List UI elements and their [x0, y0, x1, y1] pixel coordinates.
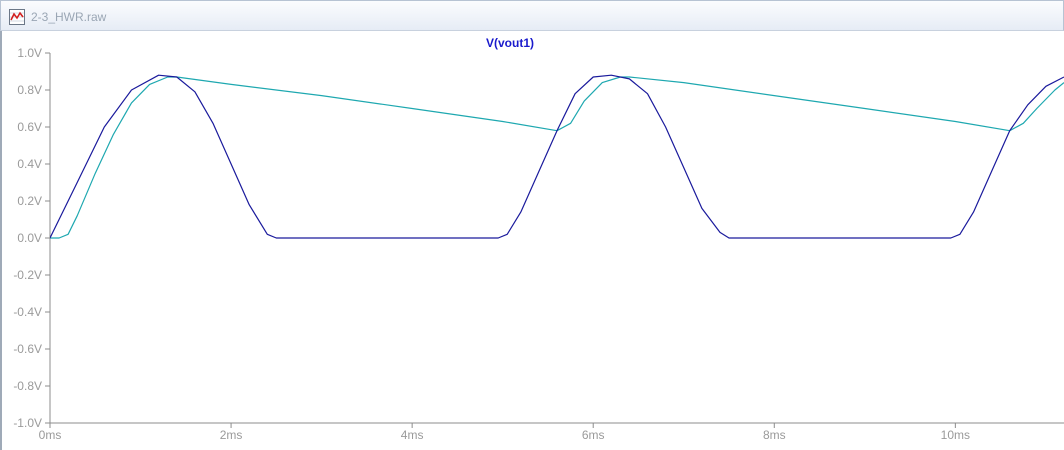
waveform-plot[interactable]: V(vout1) 1.0V 0.8V 0.6V 0.4V 0.2V 0.0V -0.2V -0…	[2, 31, 1064, 450]
y-tick-label: -0.2V	[13, 268, 42, 282]
x-tick-label: 8ms	[763, 428, 786, 442]
y-tick-label: 0.0V	[17, 231, 42, 245]
trace-title[interactable]: V(vout1)	[486, 36, 534, 50]
trace-line-0[interactable]	[50, 74, 1064, 239]
traces	[50, 74, 1064, 239]
y-tick-label: -0.8V	[13, 379, 42, 393]
x-tick-label: 4ms	[401, 428, 424, 442]
waveform-icon	[9, 9, 25, 25]
y-tick-label: 0.4V	[17, 157, 42, 171]
y-tick-label: -0.6V	[13, 342, 42, 356]
window-title: 2-3_HWR.raw	[31, 10, 107, 24]
x-tick-label: 0ms	[39, 428, 62, 442]
plot-pane[interactable]: V(vout1) 1.0V 0.8V 0.6V 0.4V 0.2V 0.0V -0.2V -0…	[0, 31, 1064, 450]
x-tick-label: 6ms	[582, 428, 605, 442]
y-tick-label: 0.2V	[17, 194, 42, 208]
y-tick-label: -0.4V	[13, 305, 42, 319]
y-tick-label: 0.6V	[17, 120, 42, 134]
axis-ticks: 1.0V 0.8V 0.6V 0.4V 0.2V 0.0V -0.2V -0.4V -0.6V -…	[13, 46, 970, 442]
y-tick-label: 1.0V	[17, 46, 42, 60]
x-tick-label: 2ms	[220, 428, 243, 442]
window-title-bar[interactable]: 2-3_HWR.raw	[0, 0, 1064, 31]
waveform-viewer-window: 2-3_HWR.raw V(vout1) 1.0V 0.8V 0.6V 0.4V 0.2…	[0, 0, 1064, 450]
y-tick-label: 0.8V	[17, 83, 42, 97]
trace-line-1[interactable]	[50, 76, 1064, 239]
x-tick-label: 10ms	[941, 428, 970, 442]
